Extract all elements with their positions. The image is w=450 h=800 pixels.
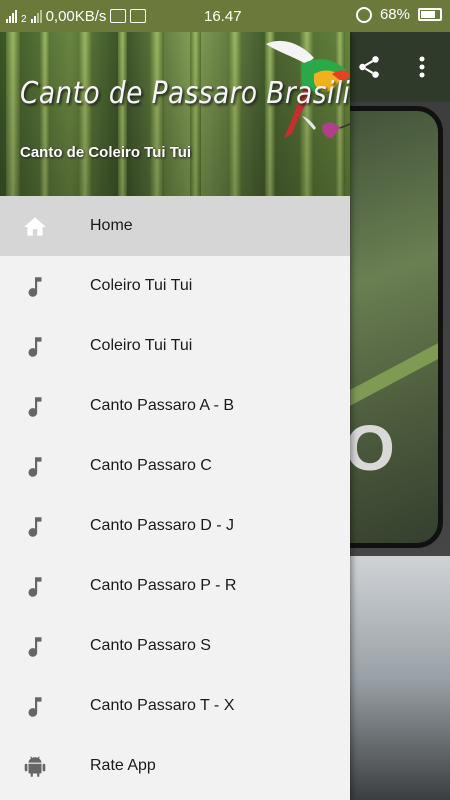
menu-item-label: Canto Passaro S <box>90 637 211 654</box>
app-name: Canto de Passaro Brasilios <box>20 76 350 111</box>
signal-strength-icon-2 <box>30 9 42 23</box>
status-bar: 2 0,00KB/s 16.47 68% <box>0 0 450 32</box>
menu-item-label: Coleiro Tui Tui <box>90 337 193 354</box>
image-notification-icon <box>130 9 147 23</box>
navigation-drawer: Canto de Passaro Brasilios Canto de Cole… <box>0 32 350 800</box>
drawer-menu: Home Coleiro Tui Tui Coleiro Tui Tui Can… <box>0 196 350 796</box>
menu-item-label: Home <box>90 217 133 234</box>
menu-item-label: Canto Passaro P - R <box>90 577 237 594</box>
menu-item-coleiro-tui-tui-2[interactable]: Coleiro Tui Tui <box>0 316 350 376</box>
menu-item-label: Rate App <box>90 757 156 774</box>
sim-label: 2 <box>21 13 27 25</box>
alarm-icon <box>355 6 372 23</box>
menu-item-canto-passaro-c[interactable]: Canto Passaro C <box>0 436 350 496</box>
music-note-icon <box>28 337 42 357</box>
menu-item-label: Canto Passaro C <box>90 457 212 474</box>
music-note-icon <box>28 277 42 297</box>
header-subtitle: Canto de Coleiro Tui Tui <box>20 144 192 161</box>
music-note-icon <box>28 517 42 537</box>
more-options-icon[interactable] <box>412 54 432 80</box>
card-text: O <box>345 412 395 484</box>
menu-item-canto-passaro-s[interactable]: Canto Passaro S <box>0 616 350 676</box>
menu-item-label: Canto Passaro D - J <box>90 517 235 534</box>
home-icon <box>24 217 46 236</box>
android-icon <box>24 756 46 777</box>
music-note-icon <box>28 577 42 597</box>
status-left-group: 2 0,00KB/s <box>6 7 147 25</box>
status-time: 16.47 <box>204 8 242 25</box>
menu-item-label: Coleiro Tui Tui <box>90 277 193 294</box>
status-right-group: 68% <box>355 6 442 23</box>
menu-item-label: Canto Passaro A - B <box>90 397 235 414</box>
menu-item-coleiro-tui-tui-1[interactable]: Coleiro Tui Tui <box>0 256 350 316</box>
share-icon[interactable] <box>356 54 382 80</box>
lower-image-area <box>350 556 450 800</box>
network-speed: 0,00KB/s <box>45 7 107 25</box>
menu-item-canto-passaro-d-j[interactable]: Canto Passaro D - J <box>0 496 350 556</box>
drawer-header: Canto de Passaro Brasilios Canto de Cole… <box>0 32 350 196</box>
menu-item-home[interactable]: Home <box>0 196 350 256</box>
menu-item-canto-passaro-t-x[interactable]: Canto Passaro T - X <box>0 676 350 736</box>
chat-notification-icon <box>110 9 127 23</box>
signal-strength-icon <box>6 9 17 23</box>
music-note-icon <box>28 637 42 657</box>
menu-item-rate-app[interactable]: Rate App <box>0 736 350 796</box>
battery-percent: 68% <box>379 6 410 23</box>
menu-item-canto-passaro-p-r[interactable]: Canto Passaro P - R <box>0 556 350 616</box>
music-note-icon <box>28 457 42 477</box>
menu-item-label: Canto Passaro T - X <box>90 697 235 714</box>
music-note-icon <box>28 697 42 717</box>
music-note-icon <box>28 397 42 417</box>
battery-icon <box>418 8 442 21</box>
menu-item-canto-passaro-a-b[interactable]: Canto Passaro A - B <box>0 376 350 436</box>
